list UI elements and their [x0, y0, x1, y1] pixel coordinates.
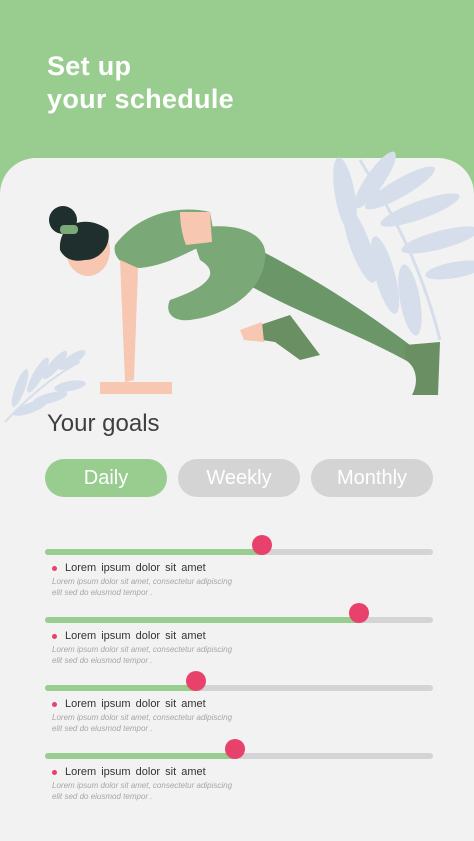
goal-label: Lorem ipsum dolor sit amet — [65, 766, 206, 778]
goal-description-line2: elit sed do eiusmod tempor . — [52, 656, 153, 665]
goal-period-tabs: Daily Weekly Monthly — [45, 459, 434, 497]
slider-fill — [45, 685, 197, 691]
goal-description-line1: Lorem ipsum dolor sit amet, consectetur … — [52, 713, 233, 722]
goals-title: Your goals — [47, 410, 160, 437]
slider-fill — [45, 617, 360, 623]
slider-thumb[interactable] — [225, 739, 246, 759]
goal-description: Lorem ipsum dolor sit amet, consectetur … — [52, 712, 262, 734]
slider-thumb[interactable] — [186, 671, 207, 691]
goal-description-line2: elit sed do eiusmod tempor . — [52, 724, 153, 733]
goal-description-line1: Lorem ipsum dolor sit amet, consectetur … — [52, 577, 233, 586]
bullet-dot — [52, 702, 57, 707]
goal-slider: Lorem ipsum dolor sit amet Lorem ipsum d… — [45, 535, 434, 615]
goal-slider: Lorem ipsum dolor sit amet Lorem ipsum d… — [45, 739, 434, 819]
bullet-dot — [52, 566, 57, 571]
page-title-line1: Set up — [47, 51, 132, 81]
goal-description-line2: elit sed do eiusmod tempor . — [52, 588, 153, 597]
goal-label: Lorem ipsum dolor sit amet — [65, 698, 206, 710]
slider-thumb[interactable] — [349, 603, 370, 623]
goal-label: Lorem ipsum dolor sit amet — [65, 562, 206, 574]
goal-description: Lorem ipsum dolor sit amet, consectetur … — [52, 576, 262, 598]
slider-fill — [45, 753, 236, 759]
goal-description-line1: Lorem ipsum dolor sit amet, consectetur … — [52, 781, 233, 790]
page-title: Set up your schedule — [47, 50, 234, 116]
slider-track[interactable] — [45, 603, 433, 623]
slider-fill — [45, 549, 263, 555]
goal-description-line1: Lorem ipsum dolor sit amet, consectetur … — [52, 645, 233, 654]
tab-monthly[interactable]: Monthly — [311, 459, 433, 497]
slider-thumb[interactable] — [252, 535, 273, 555]
goal-label: Lorem ipsum dolor sit amet — [65, 630, 206, 642]
goal-description: Lorem ipsum dolor sit amet, consectetur … — [52, 644, 262, 666]
slider-track[interactable] — [45, 671, 433, 691]
slider-track[interactable] — [45, 535, 433, 555]
tab-daily[interactable]: Daily — [45, 459, 167, 497]
page-title-line2: your schedule — [47, 84, 234, 114]
exercise-illustration — [4, 151, 474, 423]
goal-description: Lorem ipsum dolor sit amet, consectetur … — [52, 780, 262, 802]
tab-weekly[interactable]: Weekly — [178, 459, 300, 497]
bullet-dot — [52, 770, 57, 775]
bullet-dot — [52, 634, 57, 639]
goal-description-line2: elit sed do eiusmod tempor . — [52, 792, 153, 801]
woman-figure — [49, 206, 440, 395]
goal-slider: Lorem ipsum dolor sit amet Lorem ipsum d… — [45, 603, 434, 683]
slider-track[interactable] — [45, 739, 433, 759]
